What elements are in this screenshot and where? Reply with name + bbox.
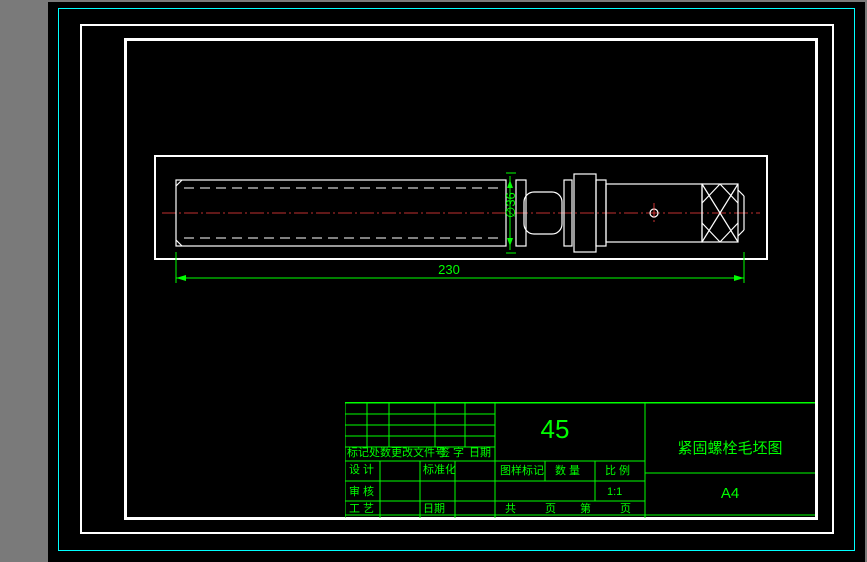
svg-text:日期: 日期 (423, 502, 445, 515)
svg-text:标记: 标记 (347, 445, 369, 459)
svg-text:数 量: 数 量 (555, 464, 580, 477)
material-label: 45 (541, 414, 570, 444)
svg-text:页: 页 (620, 503, 631, 515)
svg-text:工 艺: 工 艺 (349, 502, 374, 515)
svg-text:审 核: 审 核 (349, 484, 374, 498)
svg-text:更改文件号: 更改文件号 (391, 445, 446, 459)
sheet-size: A4 (721, 485, 739, 502)
svg-text:日期: 日期 (469, 446, 491, 459)
part-drawing: ∅36 230 (154, 148, 768, 298)
svg-text:1:1: 1:1 (607, 486, 622, 498)
svg-text:签 字: 签 字 (439, 445, 464, 459)
svg-text:设 计: 设 计 (349, 463, 374, 476)
svg-text:页: 页 (545, 503, 556, 515)
svg-text:共: 共 (505, 502, 516, 515)
title-block: 标记 处数 更改文件号 签 字 日期 设 计 标准化 审 核 工 艺 日期 45… (345, 402, 815, 518)
svg-text:比 例: 比 例 (605, 463, 630, 477)
svg-text:图样标记: 图样标记 (500, 463, 544, 477)
svg-text:标准化: 标准化 (423, 462, 456, 476)
drawing-title: 紧固螺栓毛坯图 (677, 440, 782, 457)
svg-text:处数: 处数 (369, 446, 391, 459)
length-dimension: 230 (438, 262, 460, 277)
svg-text:第: 第 (580, 501, 591, 515)
